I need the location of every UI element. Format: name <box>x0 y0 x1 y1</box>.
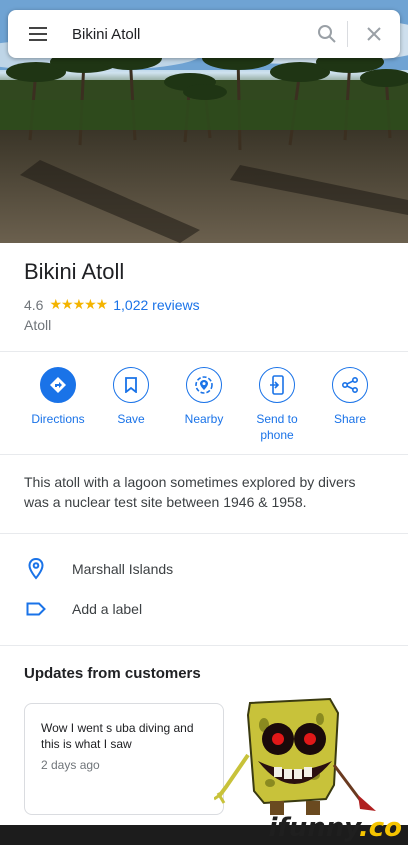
search-input[interactable]: Bikini Atoll <box>68 26 307 43</box>
nearby-button[interactable]: Nearby <box>168 367 240 427</box>
save-button[interactable]: Save <box>95 367 167 427</box>
menu-icon[interactable] <box>8 10 68 58</box>
divider <box>0 454 408 455</box>
watermark-suffix: .co <box>358 813 402 843</box>
search-icon[interactable] <box>307 10 347 58</box>
search-bar[interactable]: Bikini Atoll <box>8 10 400 58</box>
divider <box>0 645 408 646</box>
add-label-row[interactable]: Add a label <box>0 589 408 629</box>
send-to-phone-button[interactable]: Send to phone <box>241 367 313 443</box>
label-icon <box>0 602 72 616</box>
place-title: Bikini Atoll <box>24 259 125 284</box>
divider <box>0 351 408 352</box>
update-card[interactable]: Wow I went s uba diving and this is what… <box>24 703 224 815</box>
rating-row: 4.6 ★★★★★ 1,022 reviews <box>24 296 200 313</box>
share-icon <box>332 367 368 403</box>
location-row[interactable]: Marshall Islands <box>0 549 408 589</box>
location-text: Marshall Islands <box>72 561 174 577</box>
watermark: ifunny.co <box>269 813 402 843</box>
directions-icon <box>40 367 76 403</box>
save-label: Save <box>117 412 145 426</box>
directions-label: Directions <box>31 412 85 426</box>
watermark-text: ifunny <box>268 813 359 843</box>
directions-button[interactable]: Directions <box>22 367 94 427</box>
bookmark-icon <box>113 367 149 403</box>
update-timestamp: 2 days ago <box>41 758 100 772</box>
rating-value: 4.6 <box>24 296 44 313</box>
send-to-phone-label: Send to phone <box>256 412 298 442</box>
send-to-phone-icon <box>259 367 295 403</box>
spongebob-meme-image <box>214 697 376 815</box>
close-icon[interactable] <box>348 10 400 58</box>
place-description: This atoll with a lagoon sometimes explo… <box>24 474 356 510</box>
updates-heading: Updates from customers <box>24 665 201 682</box>
action-bar: Directions Save Nearby Send to phone Sha… <box>0 367 408 447</box>
location-pin-icon <box>0 558 72 580</box>
add-label-text: Add a label <box>72 601 143 617</box>
share-button[interactable]: Share <box>314 367 386 427</box>
reviews-link[interactable]: 1,022 reviews <box>113 297 199 313</box>
divider <box>0 533 408 534</box>
nearby-label: Nearby <box>184 412 224 426</box>
place-category: Atoll <box>24 317 52 333</box>
update-text: Wow I went s uba diving and this is what… <box>41 721 194 751</box>
share-label: Share <box>333 412 367 426</box>
star-rating-icon: ★★★★★ <box>49 296 108 312</box>
nearby-icon <box>186 367 222 403</box>
